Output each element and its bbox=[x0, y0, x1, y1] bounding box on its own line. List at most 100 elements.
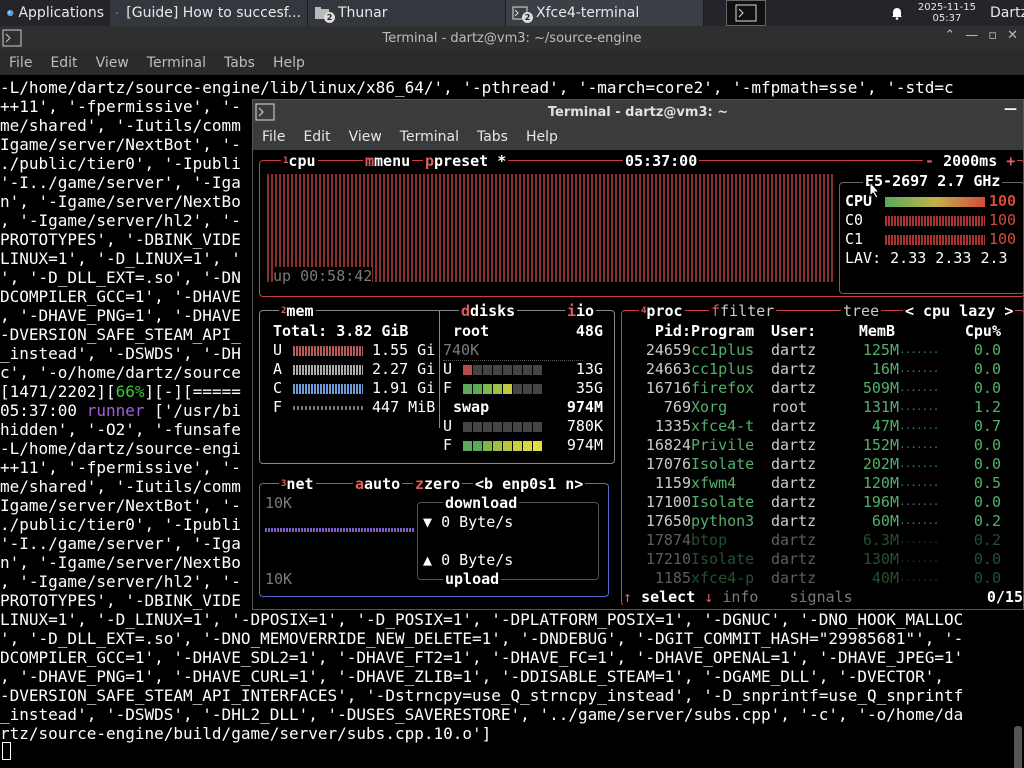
net-graph bbox=[265, 528, 415, 532]
task-thunar[interactable]: 2 Thunar bbox=[308, 0, 506, 26]
proc-cpu: 0.2 bbox=[973, 530, 1001, 549]
minimize-button[interactable]: — bbox=[1004, 102, 1017, 117]
taskbar-spacer bbox=[704, 0, 726, 26]
net-auto-toggle[interactable]: aauto bbox=[353, 475, 403, 493]
cpu-preset-button[interactable]: ppreset * bbox=[423, 152, 509, 170]
io-toggle[interactable]: iio bbox=[565, 302, 597, 320]
menu-tabs[interactable]: Tabs bbox=[468, 129, 517, 145]
cpu-sparkline: ....... bbox=[899, 552, 939, 565]
proc-mem: 152M bbox=[862, 435, 899, 454]
minimize-button[interactable]: — bbox=[965, 28, 978, 43]
uptime: up 00:58:42 bbox=[273, 267, 373, 286]
menu-edit[interactable]: Edit bbox=[41, 55, 86, 71]
menu-file[interactable]: File bbox=[0, 55, 41, 71]
proc-cpu: 1.2 bbox=[973, 397, 1001, 416]
menu-help[interactable]: Help bbox=[517, 129, 567, 145]
download-label: download bbox=[443, 494, 520, 513]
close-button[interactable]: ✕ bbox=[1007, 28, 1018, 43]
proc-user: root bbox=[771, 397, 808, 416]
proc-pid: 17210 bbox=[645, 549, 691, 568]
table-row[interactable]: 769 Xorg root 131M....... 1.2 bbox=[637, 397, 1001, 416]
proc-prog: btop bbox=[691, 530, 728, 549]
applications-menu[interactable]: Applications bbox=[0, 0, 110, 26]
table-row[interactable]: 16824 Privile dartz 152M....... 0.0 bbox=[637, 435, 1001, 454]
applications-label: Applications bbox=[18, 5, 104, 21]
proc-mem: 47M bbox=[871, 416, 899, 435]
update-interval[interactable]: - 2000ms + bbox=[923, 152, 1018, 170]
menu-help[interactable]: Help bbox=[264, 55, 314, 71]
mem-box-title[interactable]: 2mem bbox=[279, 302, 316, 320]
table-row[interactable]: 1159 xfwm4 dartz 120M....... 0.5 bbox=[637, 473, 1001, 492]
scrollbar[interactable] bbox=[1014, 726, 1022, 768]
process-count: 0/15 bbox=[986, 588, 1023, 606]
user-menu[interactable]: Dartz bbox=[984, 0, 1024, 26]
cpu-box-title[interactable]: 1cpu bbox=[281, 152, 318, 170]
proc-prog: xfce4-p bbox=[691, 568, 755, 587]
proc-box-title[interactable]: 4proc bbox=[639, 302, 685, 320]
cpu-sparkline: ....... bbox=[899, 457, 939, 470]
table-row[interactable]: 17874 btop dartz 6.3M....... 0.2 bbox=[637, 530, 1001, 549]
disk-swap-used: U 780K bbox=[443, 417, 603, 435]
select-button[interactable]: select bbox=[641, 588, 695, 606]
table-header: Pid: Program User: MemB Cpu% bbox=[654, 321, 1001, 340]
foreground-terminal-window[interactable]: Terminal - dartz@vm3: ~ — File Edit View… bbox=[252, 99, 1024, 610]
task-firefox[interactable]: [Guide] How to succesf... bbox=[110, 0, 308, 26]
proc-tree-toggle[interactable]: tree bbox=[841, 302, 882, 320]
net-box-title[interactable]: 3net bbox=[279, 475, 316, 493]
proc-cpu: 0.0 bbox=[973, 568, 1001, 587]
notifications-button[interactable] bbox=[884, 0, 910, 26]
bell-icon bbox=[891, 8, 902, 20]
menu-file[interactable]: File bbox=[253, 129, 294, 145]
task-terminal[interactable]: 2 Xfce4-terminal bbox=[506, 0, 704, 26]
proc-filter-button[interactable]: ffilter bbox=[709, 302, 777, 320]
proc-user: dartz bbox=[771, 454, 817, 473]
proc-prog: firefox bbox=[691, 378, 755, 397]
net-zero-toggle[interactable]: zzero bbox=[413, 475, 463, 493]
table-row[interactable]: 17100 Isolate dartz 196M....... 0.0 bbox=[637, 492, 1001, 511]
net-interface-selector[interactable]: <b enp0s1 n> bbox=[473, 475, 586, 493]
proc-mem: 125M bbox=[862, 340, 899, 359]
clock[interactable]: 2025-11-15 05:37 bbox=[910, 2, 984, 24]
table-row[interactable]: 1335 xfce4-t dartz 47M....... 0.7 bbox=[637, 416, 1001, 435]
proc-user: dartz bbox=[771, 435, 817, 454]
table-row[interactable]: 17076 Isolate dartz 202M....... 0.0 bbox=[637, 454, 1001, 473]
table-row[interactable]: 17210 Isolate dartz 130M....... 0.0 bbox=[637, 549, 1001, 568]
disk-root-header: root 48G bbox=[453, 322, 603, 340]
menu-terminal[interactable]: Terminal bbox=[391, 129, 468, 145]
window-titlebar[interactable]: Terminal - dartz@vm3: ~ — bbox=[253, 100, 1023, 124]
cpu-meter bbox=[885, 234, 985, 245]
table-row[interactable]: 17650 python3 dartz 60M....... 0.2 bbox=[637, 511, 1001, 530]
task-label: Thunar bbox=[338, 5, 388, 21]
proc-prog: cc1plus bbox=[691, 340, 755, 359]
info-button[interactable]: info bbox=[722, 588, 758, 606]
menu-tabs[interactable]: Tabs bbox=[215, 55, 264, 71]
workspace-switcher[interactable] bbox=[726, 0, 766, 26]
disk-swap-free: F 974M bbox=[443, 436, 603, 454]
proc-prog: Privile bbox=[691, 435, 755, 454]
maximize-button[interactable]: ▫ bbox=[988, 28, 997, 43]
proc-sort-selector[interactable]: < cpu lazy > bbox=[903, 302, 1016, 320]
maximize-up-icon[interactable]: ⌃ bbox=[944, 28, 955, 43]
clock-time: 05:37 bbox=[932, 13, 962, 24]
proc-mem: 196M bbox=[862, 492, 899, 511]
menu-edit[interactable]: Edit bbox=[294, 129, 339, 145]
table-row[interactable]: 24659 cc1plus dartz 125M....... 0.0 bbox=[637, 340, 1001, 359]
table-row[interactable]: 24663 cc1plus dartz 16M....... 0.0 bbox=[637, 359, 1001, 378]
table-row[interactable]: 1185 xfce4-p dartz 40M....... 0.0 bbox=[637, 568, 1001, 587]
menu-view[interactable]: View bbox=[87, 55, 138, 71]
menu-view[interactable]: View bbox=[340, 129, 391, 145]
menu-terminal[interactable]: Terminal bbox=[138, 55, 215, 71]
signals-button[interactable]: signals bbox=[790, 588, 853, 606]
proc-cpu: 0.2 bbox=[973, 511, 1001, 530]
proc-cpu: 0.0 bbox=[973, 378, 1001, 397]
table-row[interactable]: 16716 firefox dartz 509M....... 0.0 bbox=[637, 378, 1001, 397]
cpu-menu-button[interactable]: mmenu bbox=[363, 152, 413, 170]
window-titlebar[interactable]: Terminal - dartz@vm3: ~/source-engine ⌃ … bbox=[0, 26, 1024, 50]
disks-title[interactable]: ddisks bbox=[459, 302, 518, 320]
proc-user: dartz bbox=[771, 530, 817, 549]
arrow-up-icon: ▲ bbox=[423, 551, 442, 569]
mem-row-free: F 447 MiB bbox=[273, 398, 436, 416]
terminal-line: -DVERSION_SAFE_STEAM_API_INTERFACES', '-… bbox=[0, 686, 964, 705]
proc-user: dartz bbox=[771, 340, 817, 359]
proc-user: dartz bbox=[771, 549, 817, 568]
